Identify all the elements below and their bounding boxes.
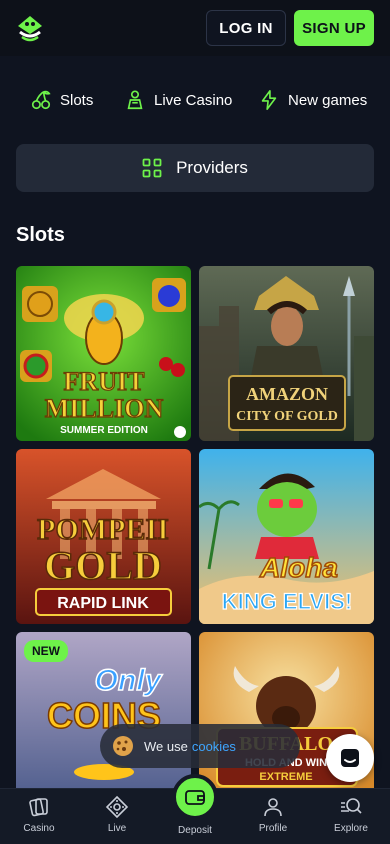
logo-icon[interactable] xyxy=(14,12,46,44)
category-nav: Slots Live Casino New games xyxy=(0,76,390,124)
nav-casino[interactable]: Casino xyxy=(9,795,69,834)
cookie-text: We use xyxy=(144,738,188,754)
game-title-line1: Only xyxy=(95,664,163,697)
nav-deposit[interactable]: Deposit xyxy=(165,825,225,836)
game-title-line1: Aloha xyxy=(259,552,338,583)
game-title-line1: AMAZON xyxy=(246,384,328,404)
user-icon xyxy=(264,798,282,817)
game-subtitle: RAPID LINK xyxy=(57,595,149,612)
category-label: Live Casino xyxy=(154,91,233,109)
search-icon xyxy=(341,798,362,814)
nav-label: Deposit xyxy=(178,825,212,836)
cookie-icon xyxy=(113,736,133,756)
chat-icon xyxy=(341,749,359,767)
dealer-icon xyxy=(127,90,143,110)
nav-label: Live xyxy=(107,823,127,834)
wallet-icon xyxy=(185,790,205,805)
login-button[interactable]: LOG IN xyxy=(206,10,286,46)
providers-button[interactable]: Providers xyxy=(16,144,374,192)
game-subtitle: SUMMER EDITION xyxy=(60,425,148,436)
game-title-line2: MILLION xyxy=(45,394,164,423)
nav-live[interactable]: Live xyxy=(87,795,147,834)
signup-button[interactable]: SIGN UP xyxy=(294,10,374,46)
cherries-icon xyxy=(31,90,51,110)
category-label: New games xyxy=(288,91,368,109)
category-slots[interactable]: Slots xyxy=(30,88,93,112)
nav-label: Casino xyxy=(23,823,55,834)
lightning-icon xyxy=(261,90,277,110)
game-tile-fruit-million[interactable]: FRUIT MILLION SUMMER EDITION xyxy=(16,266,191,441)
game-subtitle: EXTREME xyxy=(259,771,312,783)
new-badge: NEW xyxy=(24,640,68,662)
nav-explore[interactable]: Explore xyxy=(321,795,381,834)
cookie-link[interactable]: cookies xyxy=(192,739,236,754)
game-title-line2: GOLD xyxy=(44,543,162,588)
game-tile-aloha-king-elvis[interactable]: Aloha KING ELVIS! xyxy=(199,449,374,624)
nav-profile[interactable]: Profile xyxy=(243,795,303,834)
section-title: Slots xyxy=(16,224,65,246)
chat-button[interactable] xyxy=(326,734,374,782)
cookie-notice[interactable]: We use cookies xyxy=(100,724,300,768)
deposit-button[interactable] xyxy=(172,774,218,820)
game-title-line1: POMPEII xyxy=(37,513,169,546)
game-tile-only-coins[interactable]: Only COINS NEW xyxy=(16,632,191,807)
category-label: Slots xyxy=(60,91,94,109)
game-title-line1: FRUIT xyxy=(64,367,145,396)
game-tile-amazon-city-of-gold[interactable]: AMAZON CITY OF GOLD xyxy=(199,266,374,441)
providers-label: Providers xyxy=(176,158,248,177)
game-title-line2: CITY OF GOLD xyxy=(236,409,338,424)
cards-icon xyxy=(29,798,48,817)
chip-icon xyxy=(105,795,129,819)
grid-icon xyxy=(142,158,162,178)
nav-label: Explore xyxy=(334,823,368,834)
category-new-games[interactable]: New games xyxy=(258,88,367,112)
top-header: LOG IN SIGN UP xyxy=(0,0,390,56)
game-title-line2: KING ELVIS! xyxy=(222,589,352,614)
game-tile-pompeii-gold[interactable]: POMPEII GOLD RAPID LINK xyxy=(16,449,191,624)
category-live-casino[interactable]: Live Casino xyxy=(124,88,232,112)
nav-label: Profile xyxy=(258,823,288,834)
